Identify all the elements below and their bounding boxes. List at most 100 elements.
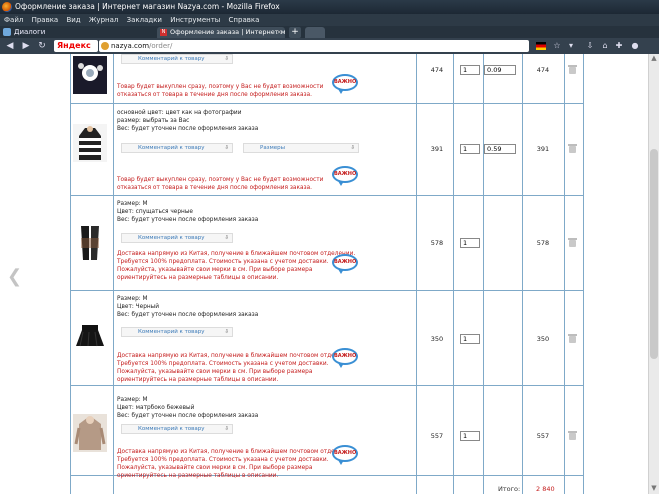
product-image[interactable] — [73, 414, 107, 452]
product-image[interactable] — [73, 224, 107, 262]
attribute-line: Цвет: спущаться черные — [117, 209, 193, 215]
home-icon[interactable]: ⌂ — [600, 41, 610, 51]
trash-icon[interactable] — [568, 334, 577, 343]
chevron-down-icon: ⇩ — [224, 426, 229, 432]
comment-select-label: Комментарий к товару — [138, 329, 205, 335]
attribute-line: размер: выбрать за Вас — [117, 118, 190, 124]
comment-select-label: Комментарий к товару — [138, 145, 205, 151]
warning-text: Доставка напрямую из Китая, получение в … — [117, 251, 356, 281]
tab-order[interactable]: N Оформление заказа | Интернет магазин × — [157, 27, 285, 38]
item-price: 350 — [430, 335, 444, 343]
reload-icon[interactable]: ↻ — [36, 41, 48, 51]
chevron-down-icon: ⇩ — [224, 235, 229, 241]
comment-select-label: Комментарий к товару — [138, 235, 205, 241]
menu-edit[interactable]: Правка — [32, 14, 59, 26]
bookmark-icon — [3, 28, 11, 36]
trash-icon[interactable] — [568, 431, 577, 440]
comment-select[interactable]: Комментарий к товару ⇩ — [121, 54, 233, 64]
menu-history[interactable]: Журнал — [89, 14, 118, 26]
quantity-input[interactable]: 1 — [460, 65, 480, 75]
firefox-icon — [2, 2, 12, 12]
attribute-line: Вес: будет уточнен после оформления зака… — [117, 413, 259, 419]
total-sum: 2 840 — [536, 485, 555, 493]
addon-icon[interactable]: ✚ — [614, 41, 624, 51]
chevron-down-icon: ⇩ — [224, 145, 229, 151]
back-icon[interactable]: ◀ — [4, 41, 16, 51]
menu-bookmarks[interactable]: Закладки — [127, 14, 162, 26]
quantity-input[interactable]: 1 — [460, 334, 480, 344]
product-image[interactable] — [73, 56, 107, 94]
quantity-input[interactable]: 1 — [460, 144, 480, 154]
new-tab-button[interactable]: + — [289, 27, 301, 38]
comment-select[interactable]: Комментарий к товару ⇩ — [121, 233, 233, 243]
vertical-scrollbar[interactable]: ▲ ▼ — [648, 54, 659, 494]
attribute-line: Размер: M — [117, 296, 148, 302]
item-total: 557 — [536, 432, 550, 440]
menu-tools[interactable]: Инструменты — [170, 14, 220, 26]
comment-select[interactable]: Комментарий к товару ⇩ — [121, 327, 233, 337]
attribute-line: Вес: будет уточнен после оформления зака… — [117, 217, 259, 223]
scroll-thumb[interactable] — [650, 149, 658, 359]
window-titlebar: Оформление заказа | Интернет магазин Naz… — [0, 0, 659, 14]
yandex-search-button[interactable]: Яндекс — [54, 40, 98, 52]
menu-view[interactable]: Вид — [66, 14, 80, 26]
attribute-line: Цвет: Черный — [117, 304, 160, 310]
nazya-favicon: N — [160, 29, 167, 36]
product-image[interactable] — [73, 124, 107, 162]
trash-icon[interactable] — [568, 144, 577, 153]
important-badge[interactable]: ВАЖНО — [332, 166, 358, 186]
item-total: 578 — [536, 239, 550, 247]
item-price: 474 — [430, 66, 444, 74]
close-tab-icon[interactable]: × — [277, 27, 282, 38]
attribute-line: Размер: M — [117, 397, 148, 403]
star-icon[interactable]: ☆ — [552, 41, 562, 51]
order-footer: Итого: 2 840 — [70, 484, 584, 494]
attribute-line: Размер: M — [117, 201, 148, 207]
important-badge[interactable]: ВАЖНО — [332, 254, 358, 274]
product-image[interactable] — [73, 317, 107, 355]
comment-select-label: Комментарий к товару — [138, 426, 205, 432]
table-row: Размер: M Цвет: Черный Вес: будет уточне… — [70, 291, 584, 386]
total-label: Итого: — [498, 485, 521, 493]
comment-select[interactable]: Комментарий к товару ⇩ — [121, 143, 233, 153]
attribute-line: Вес: будет уточнен после оформления зака… — [117, 312, 259, 318]
warning-text: Доставка напрямую из Китая, получение в … — [117, 353, 356, 383]
size-select[interactable]: Размеры ⇩ — [243, 143, 359, 153]
menu-help[interactable]: Справка — [229, 14, 260, 26]
weight-input[interactable]: 0.09 — [484, 65, 516, 75]
item-attributes: основной цвет: цвет как на фотографии ра… — [117, 109, 377, 133]
chevron-left-icon[interactable]: ❮ — [7, 268, 22, 286]
language-flag-icon[interactable] — [536, 42, 546, 50]
menu-file[interactable]: Файл — [4, 14, 23, 26]
attribute-line: Цвет: матрбоко бежевый — [117, 405, 195, 411]
important-badge[interactable]: ВАЖНО — [332, 348, 358, 368]
table-row: Комментарий к товару ⇩ Товар будет выкупл… — [70, 54, 584, 104]
trash-icon[interactable] — [568, 65, 577, 74]
site-identity-icon[interactable] — [101, 42, 109, 50]
yandex-logo: Яндекс — [57, 41, 91, 50]
bookmarks-bar: Диалоги — [0, 26, 659, 38]
tab-label: Оформление заказа | Интернет магазин — [170, 28, 285, 36]
comment-select[interactable]: Комментарий к товару ⇩ — [121, 424, 233, 434]
download-icon[interactable]: ⇩ — [585, 41, 595, 51]
green-extension-icon[interactable]: ● — [630, 41, 640, 51]
bookmark-dialogs[interactable]: Диалоги — [14, 26, 45, 38]
important-badge[interactable]: ВАЖНО — [332, 74, 358, 94]
important-badge[interactable]: ВАЖНО — [332, 445, 358, 465]
url-bar[interactable]: nazya.com/order/ — [99, 40, 529, 52]
item-price: 578 — [430, 239, 444, 247]
menu-bar: Файл Правка Вид Журнал Закладки Инструме… — [0, 14, 659, 26]
tab-blank[interactable] — [305, 27, 325, 38]
chevron-down-icon: ⇩ — [350, 145, 355, 151]
item-total: 350 — [536, 335, 550, 343]
trash-icon[interactable] — [568, 238, 577, 247]
scroll-up-icon[interactable]: ▲ — [649, 54, 659, 64]
quantity-input[interactable]: 1 — [460, 431, 480, 441]
weight-input[interactable]: 0.59 — [484, 144, 516, 154]
table-row: Размер: M Цвет: спущаться черные Вес: бу… — [70, 196, 584, 291]
table-row: основной цвет: цвет как на фотографии ра… — [70, 104, 584, 196]
quantity-input[interactable]: 1 — [460, 238, 480, 248]
forward-icon[interactable]: ▶ — [20, 41, 32, 51]
scroll-down-icon[interactable]: ▼ — [649, 484, 659, 494]
dropdown-icon[interactable]: ▾ — [566, 41, 576, 51]
